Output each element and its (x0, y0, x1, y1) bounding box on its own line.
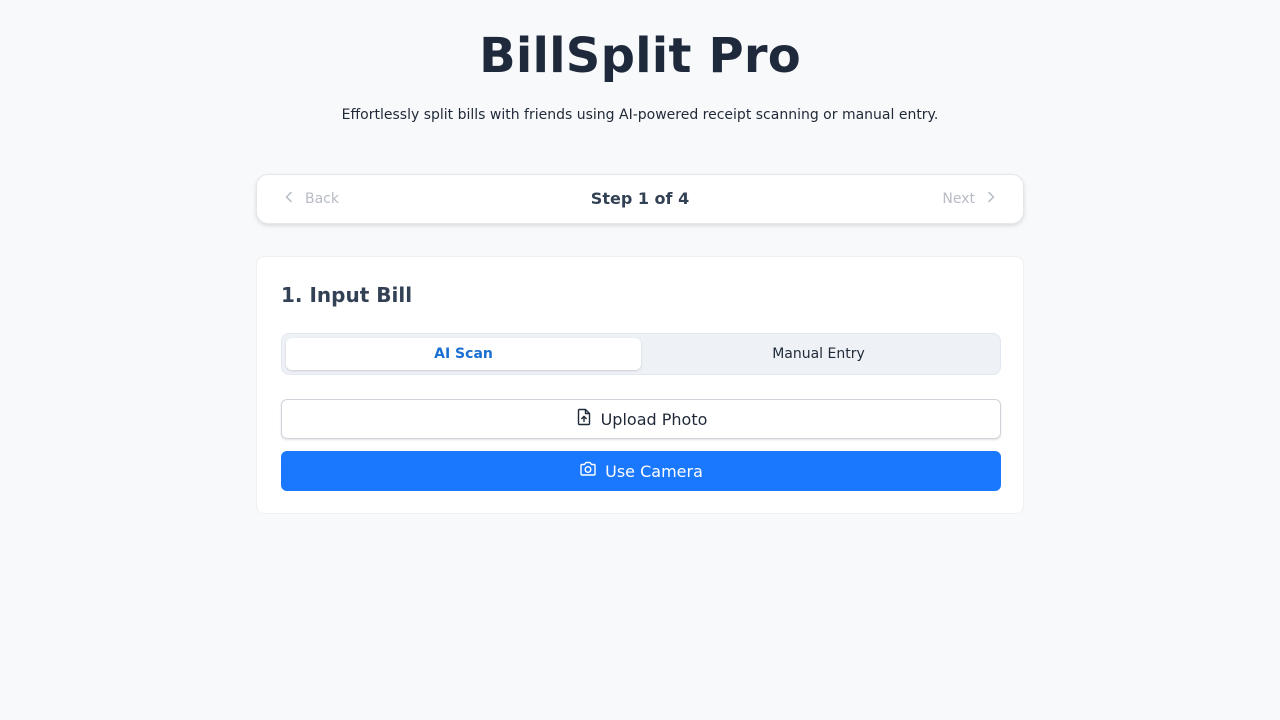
upload-photo-button[interactable]: Upload Photo (281, 399, 1001, 439)
use-camera-button[interactable]: Use Camera (281, 451, 1001, 491)
use-camera-label: Use Camera (605, 461, 703, 481)
step-navigator: Back Step 1 of 4 Next (256, 174, 1024, 224)
step-indicator: Step 1 of 4 (590, 189, 690, 208)
file-upload-icon (575, 408, 593, 430)
camera-icon (579, 460, 597, 482)
tab-ai-scan[interactable]: AI Scan (286, 338, 641, 370)
chevron-right-icon (985, 191, 997, 207)
input-mode-tabs: AI Scan Manual Entry (281, 333, 1001, 375)
tab-manual-entry[interactable]: Manual Entry (641, 338, 996, 370)
next-label: Next (942, 191, 975, 207)
section-title: 1. Input Bill (281, 283, 413, 307)
input-bill-card: 1. Input Bill AI Scan Manual Entry Uploa… (256, 256, 1024, 514)
next-button[interactable]: Next (942, 175, 997, 223)
upload-photo-label: Upload Photo (600, 409, 708, 429)
app-title: BillSplit Pro (479, 28, 801, 84)
app-subtitle: Effortlessly split bills with friends us… (341, 107, 939, 123)
